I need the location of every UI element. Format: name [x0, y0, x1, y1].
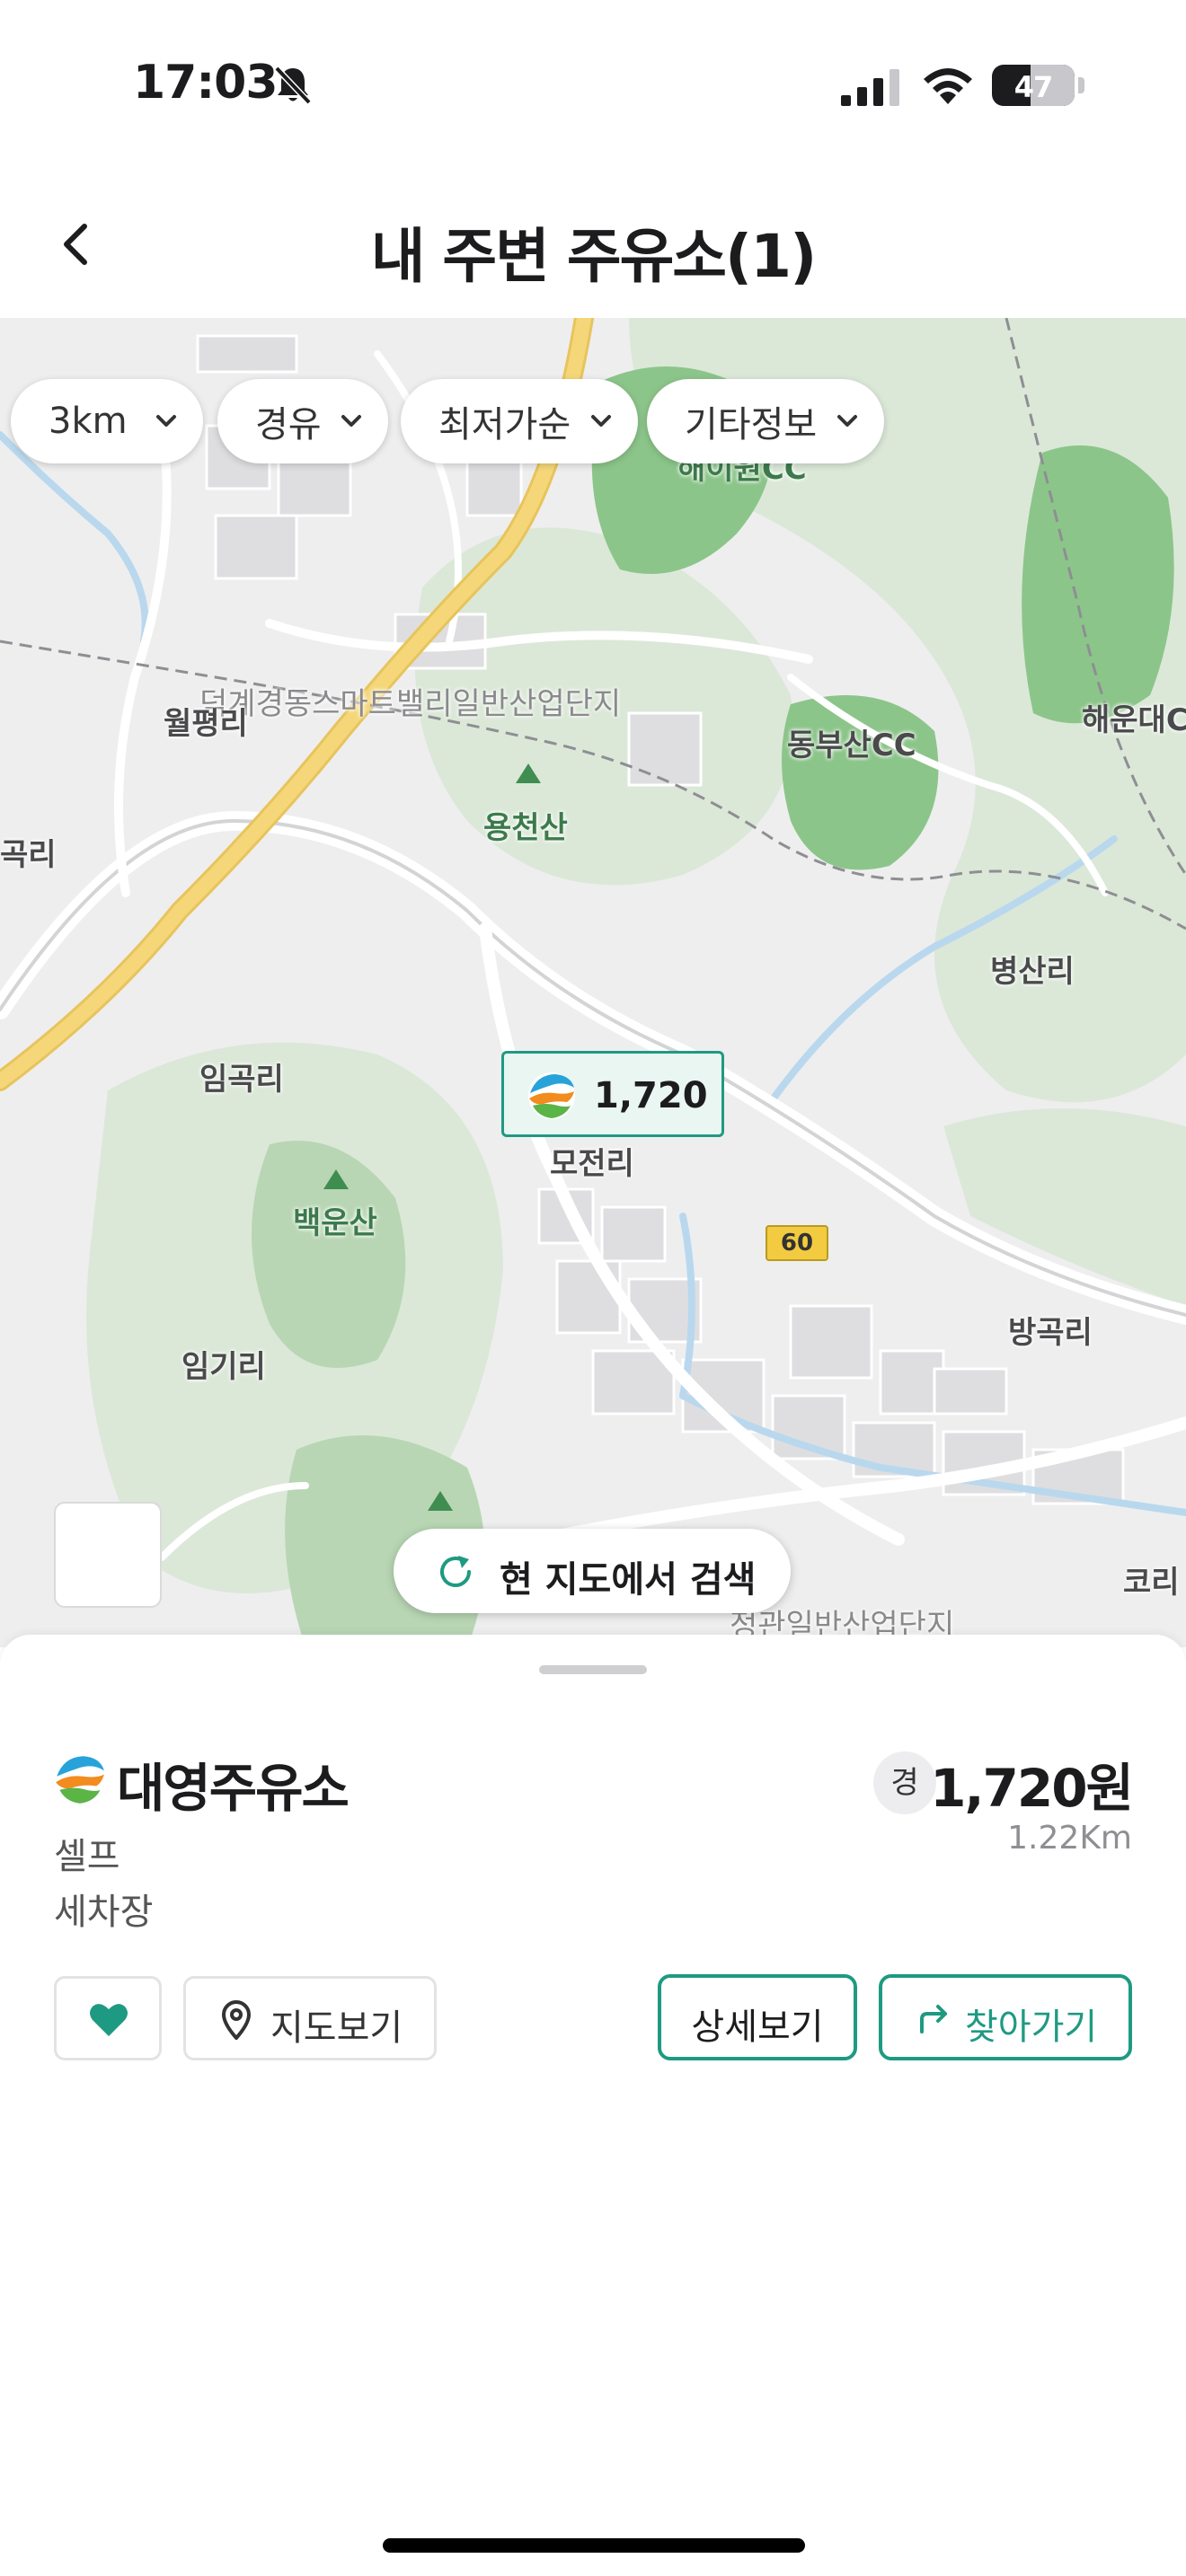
- navigate-label: 찾아가기: [965, 2007, 1098, 2048]
- filter-distance[interactable]: 3km: [11, 379, 203, 463]
- chevron-down-icon: [837, 415, 857, 427]
- status-time: 17:03: [133, 56, 279, 110]
- marker-price: 1,720: [594, 1075, 708, 1116]
- chevron-down-icon: [156, 415, 176, 427]
- filter-distance-label: 3km: [49, 401, 128, 442]
- route-60-shield: 60: [766, 1225, 828, 1261]
- filter-fuel-type[interactable]: 경유: [217, 379, 388, 463]
- detail-button[interactable]: 상세보기: [658, 1974, 857, 2060]
- station-name: 대영주유소: [117, 1758, 350, 1819]
- filter-extra-info[interactable]: 기타정보: [647, 379, 884, 463]
- filter-sort-label: 최저가순: [438, 404, 571, 446]
- filter-fuel-label: 경유: [255, 404, 322, 446]
- gas-brand-logo-icon: [55, 1754, 105, 1804]
- station-price-marker[interactable]: 1,720: [501, 1051, 724, 1137]
- map-view-label: 지도보기: [270, 2007, 403, 2049]
- sheet-grabber[interactable]: [539, 1665, 647, 1674]
- heart-icon: [90, 2004, 128, 2036]
- bell-slash-icon: [274, 66, 312, 105]
- station-type: 셀프: [54, 1836, 120, 1877]
- map-label-mojeonri: 모전리: [550, 1146, 634, 1182]
- map-label-yongcheonsan: 용천산: [483, 810, 568, 846]
- station-price: 1,720원: [930, 1758, 1134, 1819]
- home-indicator[interactable]: [383, 2538, 805, 2553]
- map-label-imgokri: 임곡리: [199, 1062, 284, 1098]
- map-label-deokgye: 덕계경동스마트밸리일반산업단지: [199, 686, 622, 722]
- map-label-haeun: 해운대C: [1082, 702, 1186, 738]
- page-title: 내 주변 주유소(1): [370, 222, 818, 291]
- map-label-gokri: 곡리: [0, 837, 57, 873]
- station-distance: 1.22Km: [1007, 1820, 1132, 1857]
- station-bottom-sheet: 대영주유소 셀프 세차장 경 1,720원 1.22Km 지도보기 상세보기 찾…: [0, 1635, 1186, 2576]
- map-pin-icon: [222, 2000, 251, 2040]
- research-area-button[interactable]: 현 지도에서 검색: [394, 1529, 791, 1613]
- fuel-type-badge: 경: [873, 1751, 936, 1814]
- map-label-byeongsanri: 병산리: [990, 954, 1075, 990]
- map-label-wolpyeong: 월평리: [164, 706, 248, 742]
- wifi-icon: [924, 68, 972, 104]
- map-label-baegunsan: 백운산: [293, 1205, 377, 1241]
- filter-extra-label: 기타정보: [685, 404, 818, 446]
- map-label-kori: 코리: [1123, 1565, 1180, 1601]
- research-area-label: 현 지도에서 검색: [500, 1559, 757, 1601]
- chevron-down-icon: [341, 415, 361, 427]
- refresh-icon: [440, 1556, 471, 1587]
- status-bar: 17:03 47: [0, 0, 1186, 171]
- map-label-banggokri: 방곡리: [1008, 1315, 1093, 1351]
- chevron-down-icon: [591, 415, 611, 427]
- map-view[interactable]: 해이원CC 해운대C 덕계경동스마트밸리일반산업단지 월평리 동부산CC 곡리 …: [0, 318, 1186, 1647]
- navigate-button[interactable]: 찾아가기: [879, 1974, 1132, 2060]
- gas-brand-logo-icon: [528, 1072, 575, 1119]
- map-control-button[interactable]: [54, 1502, 162, 1608]
- favorite-button[interactable]: [54, 1976, 162, 2060]
- map-label-imgiri: 임기리: [181, 1349, 266, 1385]
- filter-sort[interactable]: 최저가순: [401, 379, 638, 463]
- nav-header: 내 주변 주유소(1): [0, 171, 1186, 318]
- signal-icon: [841, 69, 899, 106]
- battery-level: 47: [1013, 70, 1054, 104]
- turn-right-arrow-icon: [920, 2005, 947, 2033]
- battery-nub: [1078, 77, 1084, 93]
- detail-label: 상세보기: [691, 2007, 824, 2048]
- map-view-button[interactable]: 지도보기: [183, 1976, 437, 2060]
- map-label-dongbusan: 동부산CC: [787, 728, 916, 763]
- battery-icon: 47: [992, 65, 1075, 106]
- station-service: 세차장: [54, 1892, 154, 1933]
